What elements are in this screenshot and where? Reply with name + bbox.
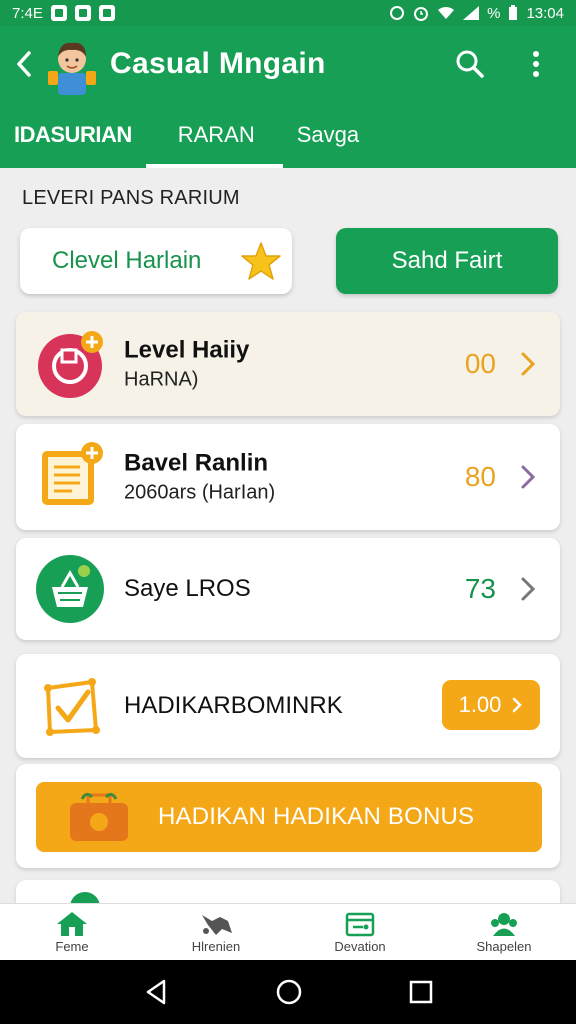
- document-icon: [42, 442, 103, 505]
- chevron-right-icon: [521, 352, 536, 376]
- back-arrow-icon: [17, 51, 31, 77]
- card-subtitle: HaRNA): [124, 368, 199, 391]
- card-value: 00: [464, 348, 496, 379]
- nav-label: Hlrenien: [191, 938, 241, 954]
- list-item[interactable]: Level Haiiy HaRNA) 00: [16, 312, 560, 416]
- search-button[interactable]: [444, 38, 496, 90]
- status-bar: 7:4E % 13:04: [0, 0, 576, 26]
- status-time-right: 13:04: [526, 4, 564, 22]
- chevron-right-icon: [513, 697, 523, 713]
- avatar: [44, 33, 100, 95]
- app-title: Casual Mngain: [110, 47, 326, 80]
- status-time-left: 7:4E: [12, 4, 43, 22]
- card-title: HADIKARBOMINRK: [124, 692, 343, 719]
- tab-dasurian[interactable]: IDASURIAN: [0, 102, 146, 168]
- tab-label: IDASURIAN: [14, 122, 132, 147]
- tab-raran[interactable]: RARAN: [145, 102, 283, 168]
- bonus-button[interactable]: HADIKAN HADIKAN BONUS: [36, 782, 542, 852]
- tab-label: RARAN: [177, 122, 255, 147]
- app-bar: Casual Mngain: [0, 26, 576, 102]
- tab-bar: IDASURIAN RARAN Savga: [0, 102, 576, 168]
- system-nav-bar: [0, 960, 576, 1024]
- card-title: Level Haiiy: [124, 336, 250, 364]
- star-icon: [241, 242, 281, 280]
- nav-home[interactable]: Feme: [0, 904, 144, 960]
- tools-icon: [202, 914, 232, 935]
- signal-icon: [463, 6, 480, 20]
- back-triangle-icon[interactable]: [142, 978, 170, 1006]
- sahd-fairt-label: Sahd Fairt: [391, 247, 503, 274]
- checklist-icon: [44, 678, 100, 736]
- gift-bag-icon: [70, 792, 128, 841]
- shopping-basket-icon: [36, 555, 104, 623]
- card-value: 1.00: [458, 692, 502, 717]
- battery-percent: %: [487, 4, 501, 22]
- list-item[interactable]: Saye LROS 73: [16, 538, 560, 640]
- recents-square-icon[interactable]: [408, 979, 434, 1005]
- card-title: Saye LROS: [124, 575, 251, 602]
- value-button[interactable]: 1.00: [442, 680, 540, 730]
- wallet-icon: [345, 912, 375, 936]
- section-heading: LEVERI PANS RARIUM: [22, 187, 240, 209]
- tab-label: Savga: [296, 122, 360, 147]
- list-item[interactable]: HADIKARBOMINRK 1.00: [16, 654, 560, 758]
- tab-savga[interactable]: Savga: [283, 102, 373, 168]
- people-icon: [491, 912, 517, 936]
- level-harian-button[interactable]: Clevel Harlain: [20, 228, 292, 294]
- card-value: 80: [464, 461, 496, 492]
- notification-icon: [98, 5, 115, 21]
- card-value: 73: [464, 573, 496, 604]
- nav-label: Devation: [334, 938, 386, 954]
- back-button[interactable]: [4, 26, 44, 102]
- nav-devation[interactable]: Devation: [288, 904, 432, 960]
- wifi-icon: [438, 6, 455, 19]
- notification-icon: [50, 5, 67, 21]
- sync-icon: [390, 6, 405, 20]
- nav-label: Feme: [55, 938, 89, 954]
- home-circle-icon[interactable]: [275, 978, 303, 1006]
- card-title: Bavel Ranlin: [124, 449, 269, 477]
- nav-hlrenien[interactable]: Hlrenien: [144, 904, 288, 960]
- more-options-button[interactable]: [510, 38, 562, 90]
- battery-icon: [509, 5, 518, 20]
- sahd-fairt-button[interactable]: Sahd Fairt: [336, 228, 558, 294]
- card-subtitle: 2060ars (HarIan): [124, 481, 276, 504]
- alarm-icon: [414, 7, 429, 21]
- nav-shapelen[interactable]: Shapelen: [432, 904, 576, 960]
- list-item[interactable]: Bavel Ranlin 2060ars (HarIan) 80: [16, 424, 560, 530]
- heart-chart-icon: [38, 331, 103, 398]
- more-vert-icon: [533, 51, 539, 77]
- bottom-nav: Feme Hlrenien Devation Shapelen: [0, 903, 576, 960]
- bonus-label: HADIKAN HADIKAN BONUS: [158, 803, 475, 830]
- chevron-right-icon: [521, 465, 536, 489]
- bonus-card: HADIKAN HADIKAN BONUS: [16, 764, 560, 868]
- search-icon: [456, 50, 484, 78]
- notification-icon: [74, 5, 91, 21]
- level-harian-label: Clevel Harlain: [52, 247, 202, 274]
- chevron-right-icon: [521, 577, 536, 601]
- nav-label: Shapelen: [476, 938, 532, 954]
- home-icon: [57, 911, 87, 936]
